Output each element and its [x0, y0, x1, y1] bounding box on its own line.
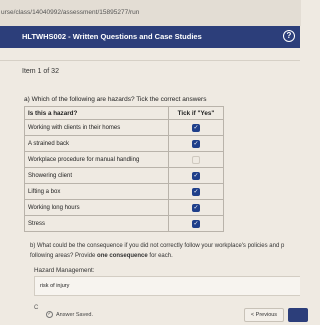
hazard-management-label: Hazard Management:	[34, 267, 95, 274]
previous-button[interactable]: < Previous	[244, 308, 284, 322]
help-icon[interactable]: ?	[283, 30, 295, 42]
hazard-checkbox[interactable]	[192, 155, 200, 164]
tick-cell: ✓	[168, 199, 224, 216]
hazard-checkbox[interactable]: ✓	[192, 187, 200, 196]
hazard-checkbox[interactable]: ✓	[192, 123, 200, 132]
hazard-label: Workplace procedure for manual handling	[24, 151, 169, 168]
url-text: urse/class/14040992/assessment/15895277/…	[1, 9, 140, 16]
browser-url-bar[interactable]: urse/class/14040992/assessment/15895277/…	[0, 0, 301, 26]
tick-cell: ✓	[168, 135, 224, 152]
tick-cell: ✓	[168, 215, 224, 232]
table-row: Stress ✓	[24, 215, 224, 232]
hazard-checkbox[interactable]: ✓	[192, 219, 200, 228]
save-status-text: Answer Saved.	[56, 311, 93, 318]
column-header-tick: Tick if "Yes"	[168, 106, 224, 120]
tick-cell: ✓	[168, 183, 224, 200]
check-circle-icon: ✓	[46, 311, 53, 318]
table-header-row: Is this a hazard? Tick if "Yes"	[24, 106, 224, 120]
tick-cell	[168, 151, 224, 168]
next-button[interactable]	[288, 308, 308, 322]
page-title: HLTWHS002 - Written Questions and Case S…	[22, 32, 202, 41]
question-b-line1: b) What could be the consequence if you …	[30, 243, 285, 249]
table-row: Workplace procedure for manual handling	[24, 151, 224, 168]
stray-char: C	[34, 305, 39, 311]
question-b-emphasis: one consequence	[97, 253, 148, 259]
hazard-label: Stress	[24, 215, 169, 232]
question-b-prompt: b) What could be the consequence if you …	[30, 241, 300, 261]
app-header: HLTWHS002 - Written Questions and Case S…	[0, 26, 300, 48]
question-a-prompt: a) Which of the following are hazards? T…	[24, 96, 207, 103]
hazard-checkbox[interactable]: ✓	[192, 139, 200, 148]
hazard-label: A strained back	[24, 135, 169, 152]
hazard-management-answer-field[interactable]: risk of injury	[34, 276, 300, 296]
question-b-line2: following areas? Provide one consequence…	[30, 253, 173, 259]
hazard-label: Showering client	[24, 167, 169, 184]
column-header-hazard: Is this a hazard?	[24, 106, 169, 120]
table-row: Showering client ✓	[24, 167, 224, 184]
item-counter: Item 1 of 32	[22, 68, 59, 75]
answer-text: risk of injury	[40, 283, 70, 289]
table-row: Working long hours ✓	[24, 199, 224, 216]
tick-cell: ✓	[168, 119, 224, 136]
table-row: Working with clients in their homes ✓	[24, 119, 224, 136]
divider	[0, 60, 300, 61]
hazard-label: Lifting a box	[24, 183, 169, 200]
hazard-checkbox[interactable]: ✓	[192, 203, 200, 212]
save-status: ✓ Answer Saved.	[46, 311, 93, 318]
hazard-label: Working long hours	[24, 199, 169, 216]
table-row: A strained back ✓	[24, 135, 224, 152]
hazard-table: Is this a hazard? Tick if "Yes" Working …	[24, 106, 224, 232]
tick-cell: ✓	[168, 167, 224, 184]
hazard-checkbox[interactable]: ✓	[192, 171, 200, 180]
hazard-label: Working with clients in their homes	[24, 119, 169, 136]
table-row: Lifting a box ✓	[24, 183, 224, 200]
